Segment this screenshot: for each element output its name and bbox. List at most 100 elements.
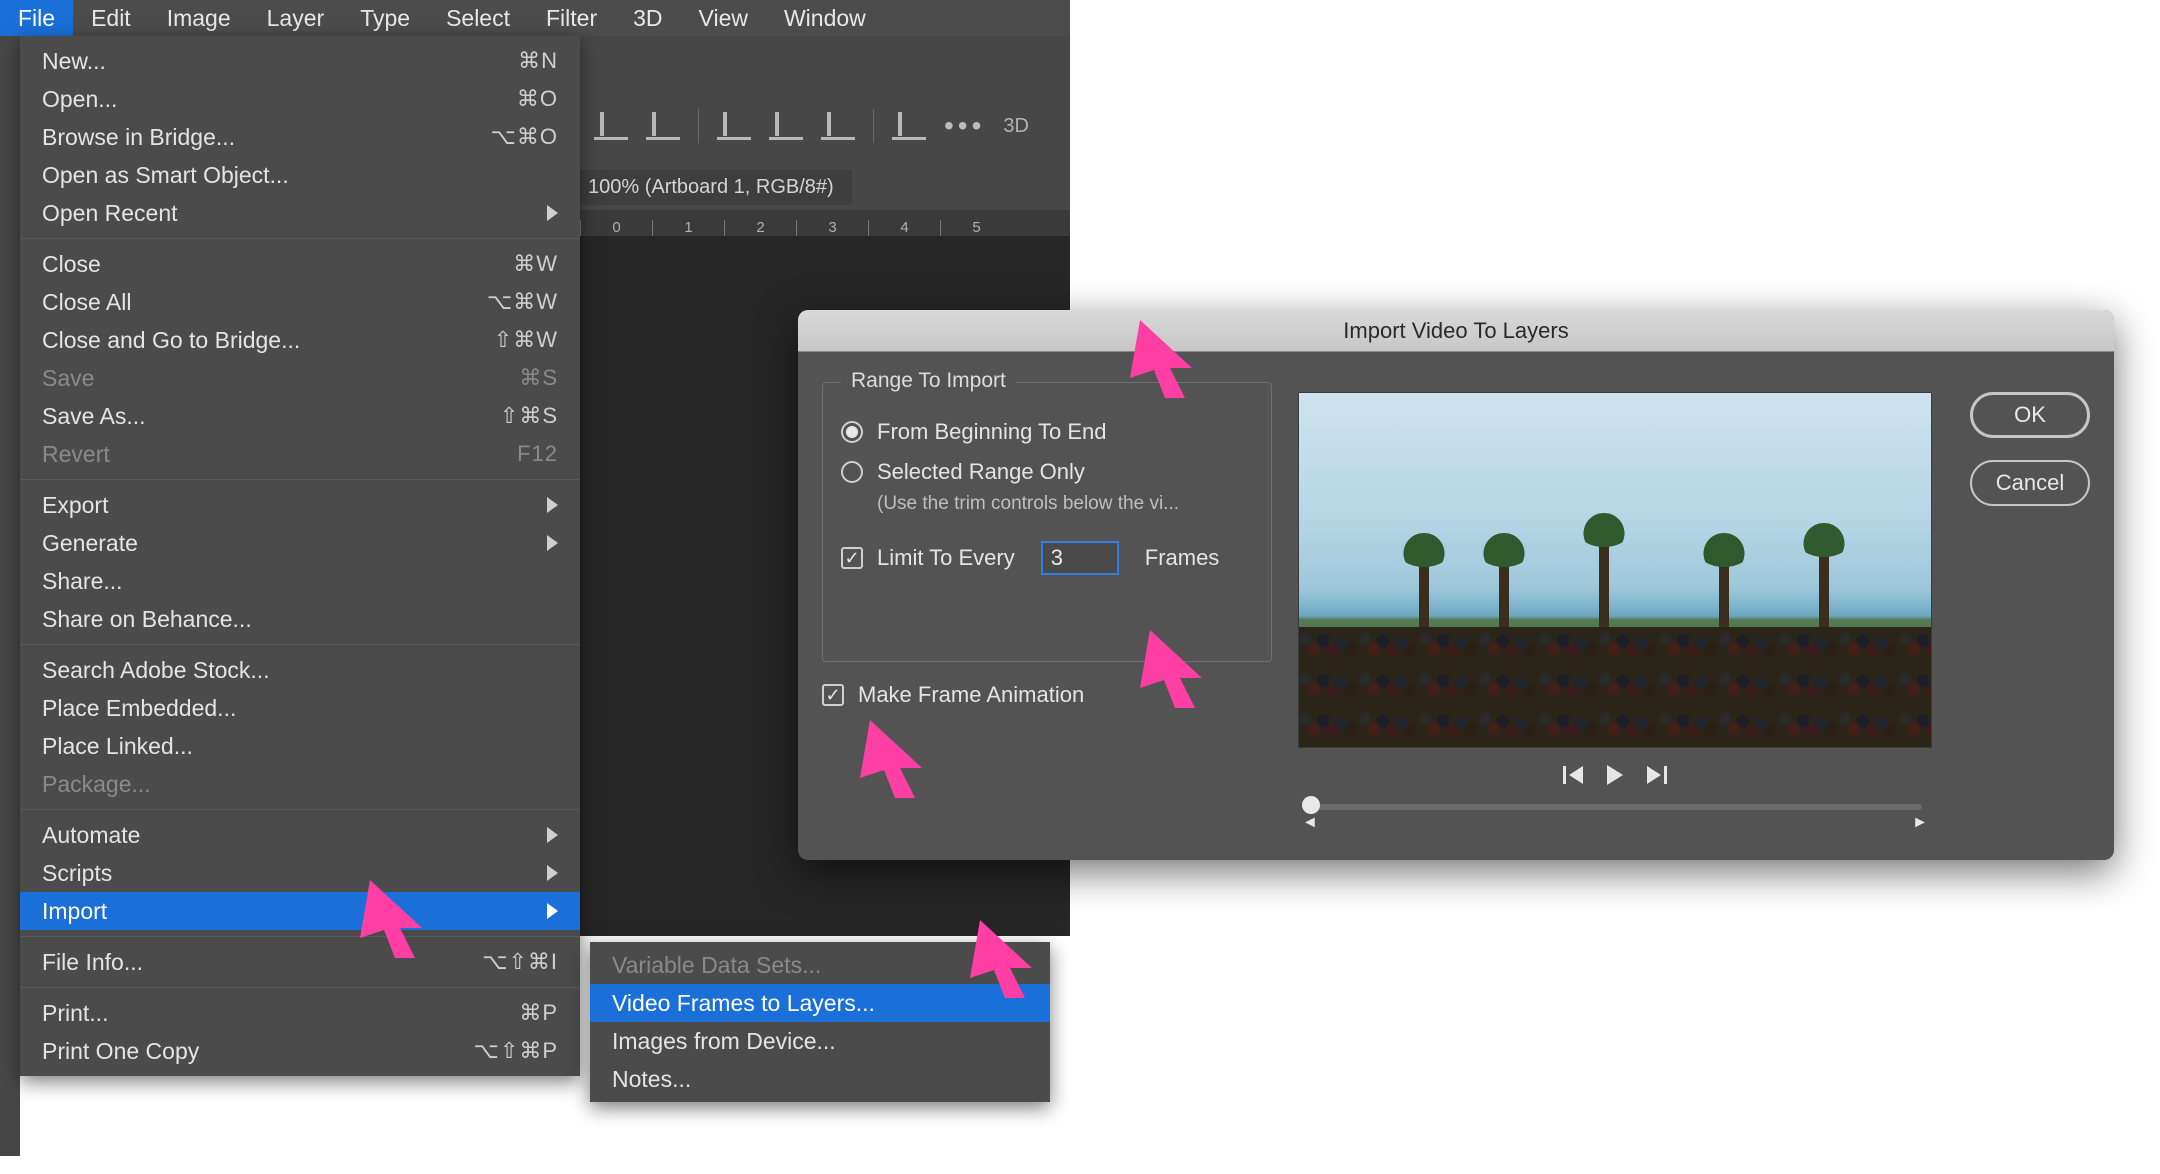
distribute-icon bbox=[821, 112, 855, 140]
menuitem-label: Share... bbox=[42, 568, 558, 595]
radio-label: Selected Range Only bbox=[877, 459, 1085, 485]
menuitem-place-embedded[interactable]: Place Embedded... bbox=[20, 689, 580, 727]
preview-image bbox=[1819, 547, 1829, 627]
menuitem-package: Package... bbox=[20, 765, 580, 803]
menuitem-share-on-behance[interactable]: Share on Behance... bbox=[20, 600, 580, 638]
menubar: FileEditImageLayerTypeSelectFilter3DView… bbox=[0, 0, 1070, 36]
menuitem-import[interactable]: Import bbox=[20, 892, 580, 930]
shortcut-label: ⌥⌘W bbox=[487, 289, 558, 315]
menu-separator bbox=[20, 644, 580, 645]
menuitem-open[interactable]: Open...⌘O bbox=[20, 80, 580, 118]
menu-file[interactable]: File bbox=[0, 0, 73, 36]
menu-3d[interactable]: 3D bbox=[615, 0, 680, 36]
menuitem-search-adobe-stock[interactable]: Search Adobe Stock... bbox=[20, 651, 580, 689]
menu-select[interactable]: Select bbox=[428, 0, 528, 36]
menuitem-close-all[interactable]: Close All⌥⌘W bbox=[20, 283, 580, 321]
menu-separator bbox=[20, 936, 580, 937]
limit-checkbox[interactable] bbox=[841, 547, 863, 569]
menu-view[interactable]: View bbox=[681, 0, 766, 36]
ruler-tick: 2 bbox=[724, 220, 796, 236]
menu-image[interactable]: Image bbox=[149, 0, 249, 36]
menu-filter[interactable]: Filter bbox=[528, 0, 615, 36]
ruler-tick: 3 bbox=[796, 220, 868, 236]
menu-separator bbox=[20, 809, 580, 810]
dialog-title: Import Video To Layers bbox=[798, 310, 2114, 352]
menuitem-print[interactable]: Print...⌘P bbox=[20, 994, 580, 1032]
menuitem-open-as-smart-object[interactable]: Open as Smart Object... bbox=[20, 156, 580, 194]
range-to-import-group: Range To Import From Beginning To End Se… bbox=[822, 382, 1272, 662]
selected-range-hint: (Use the trim controls below the vi... bbox=[877, 493, 1253, 515]
dialog-buttons: OK Cancel bbox=[1970, 392, 2090, 506]
menuitem-automate[interactable]: Automate bbox=[20, 816, 580, 854]
ok-button[interactable]: OK bbox=[1970, 392, 2090, 438]
radio-selected-range[interactable]: Selected Range Only bbox=[841, 459, 1253, 485]
more-icon[interactable]: ••• bbox=[944, 110, 985, 142]
menu-type[interactable]: Type bbox=[342, 0, 428, 36]
menuitem-generate[interactable]: Generate bbox=[20, 524, 580, 562]
make-frame-animation-row[interactable]: Make Frame Animation bbox=[822, 682, 1084, 708]
submenu-arrow-icon bbox=[547, 865, 558, 881]
mode-3d-label[interactable]: 3D bbox=[1003, 115, 1029, 138]
shortcut-label: ⇧⌘W bbox=[494, 327, 558, 353]
shortcut-label: ⌥⌘O bbox=[491, 124, 558, 150]
shortcut-label: ⌥⇧⌘P bbox=[474, 1038, 558, 1064]
ruler-tick: 1 bbox=[652, 220, 724, 236]
document-tab[interactable]: 100% (Artboard 1, RGB/8#) bbox=[570, 170, 852, 205]
submenu-arrow-icon bbox=[547, 497, 558, 513]
menuitem-close-and-go-to-bridge[interactable]: Close and Go to Bridge...⇧⌘W bbox=[20, 321, 580, 359]
menuitem-label: Place Linked... bbox=[42, 733, 558, 760]
menuitem-print-one-copy[interactable]: Print One Copy⌥⇧⌘P bbox=[20, 1032, 580, 1070]
trim-in-icon[interactable]: ◄ bbox=[1302, 814, 1318, 832]
step-forward-icon[interactable] bbox=[1647, 766, 1661, 784]
menuitem-label: Open... bbox=[42, 86, 517, 113]
menuitem-export[interactable]: Export bbox=[20, 486, 580, 524]
menuitem-label: Browse in Bridge... bbox=[42, 124, 491, 151]
distribute-icon bbox=[717, 112, 751, 140]
menuitem-label: Open Recent bbox=[42, 200, 539, 227]
submenuitem-images-from-device[interactable]: Images from Device... bbox=[590, 1022, 1050, 1060]
radio-from-beginning[interactable]: From Beginning To End bbox=[841, 419, 1253, 445]
step-back-icon[interactable] bbox=[1569, 766, 1583, 784]
ruler-tick: 0 bbox=[580, 220, 652, 236]
menu-edit[interactable]: Edit bbox=[73, 0, 149, 36]
preview-image bbox=[1499, 557, 1509, 627]
ruler-tick: 5 bbox=[940, 220, 1012, 236]
menuitem-place-linked[interactable]: Place Linked... bbox=[20, 727, 580, 765]
menu-layer[interactable]: Layer bbox=[249, 0, 343, 36]
menuitem-save: Save⌘S bbox=[20, 359, 580, 397]
menuitem-label: Close All bbox=[42, 289, 487, 316]
play-icon[interactable] bbox=[1607, 765, 1623, 785]
limit-trail: Frames bbox=[1145, 545, 1220, 571]
scrub-playhead[interactable] bbox=[1302, 796, 1320, 814]
annotation-arrow-icon bbox=[360, 880, 430, 960]
menuitem-label: Share on Behance... bbox=[42, 606, 558, 633]
menuitem-close[interactable]: Close⌘W bbox=[20, 245, 580, 283]
trim-out-icon[interactable]: ► bbox=[1912, 814, 1928, 832]
make-anim-checkbox[interactable] bbox=[822, 684, 844, 706]
align-icon bbox=[594, 112, 628, 140]
menuitem-label: Revert bbox=[42, 441, 517, 468]
menuitem-share[interactable]: Share... bbox=[20, 562, 580, 600]
shortcut-label: ⌘S bbox=[519, 365, 558, 391]
menuitem-save-as[interactable]: Save As...⇧⌘S bbox=[20, 397, 580, 435]
menuitem-scripts[interactable]: Scripts bbox=[20, 854, 580, 892]
limit-frames-input[interactable] bbox=[1041, 541, 1119, 575]
transport-controls bbox=[1298, 760, 1932, 790]
preview-image bbox=[1299, 627, 1931, 747]
menuitem-label: Save bbox=[42, 365, 519, 392]
menu-window[interactable]: Window bbox=[766, 0, 884, 36]
menuitem-new[interactable]: New...⌘N bbox=[20, 42, 580, 80]
menuitem-open-recent[interactable]: Open Recent bbox=[20, 194, 580, 232]
trim-scrubber[interactable]: ◄ ► bbox=[1298, 796, 1932, 822]
cancel-button[interactable]: Cancel bbox=[1970, 460, 2090, 506]
menuitem-file-info[interactable]: File Info...⌥⇧⌘I bbox=[20, 943, 580, 981]
shortcut-label: ⌘W bbox=[513, 251, 558, 277]
menu-separator bbox=[20, 238, 580, 239]
annotation-arrow-icon bbox=[970, 920, 1040, 1000]
shortcut-label: ⌘O bbox=[517, 86, 558, 112]
menuitem-browse-in-bridge[interactable]: Browse in Bridge...⌥⌘O bbox=[20, 118, 580, 156]
annotation-arrow-icon bbox=[860, 720, 930, 800]
file-menu: New...⌘NOpen...⌘OBrowse in Bridge...⌥⌘OO… bbox=[20, 36, 580, 1076]
menuitem-label: Print One Copy bbox=[42, 1038, 474, 1065]
submenuitem-notes[interactable]: Notes... bbox=[590, 1060, 1050, 1098]
